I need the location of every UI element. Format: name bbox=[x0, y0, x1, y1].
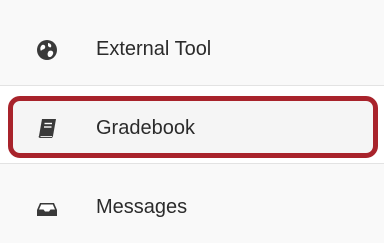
menu-item-gradebook-label: Gradebook bbox=[96, 117, 195, 139]
tool-menu: External Tool Gradebook Messages bbox=[0, 0, 384, 243]
inbox-icon bbox=[36, 198, 58, 220]
globe-icon bbox=[36, 39, 58, 61]
book-icon bbox=[36, 117, 58, 139]
menu-item-messages-label: Messages bbox=[96, 196, 188, 218]
menu-item-external-tool-label: External Tool bbox=[96, 38, 212, 60]
